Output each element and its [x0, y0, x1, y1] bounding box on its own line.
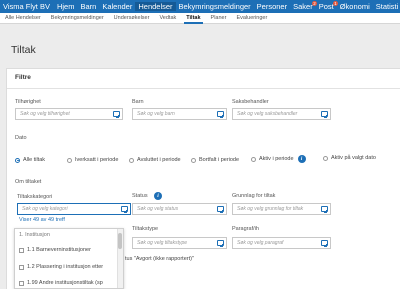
nav-post-label: Post: [318, 2, 334, 11]
nav-personer[interactable]: Personer: [254, 2, 290, 11]
search-list-icon[interactable]: [217, 240, 224, 247]
saksbehandler-label: Saksbehandler: [232, 99, 269, 105]
radio-icon: [251, 156, 256, 162]
paragraf-label: Paragraf/ih: [232, 226, 259, 232]
checkbox-icon: [19, 247, 24, 253]
om-tiltaket-label: Om tiltaket: [15, 179, 42, 185]
tiltakstype-placeholder: Søk og velg tiltakstype: [137, 240, 188, 246]
barn-input[interactable]: Søk og velg barn: [132, 108, 227, 120]
nav-okonomi[interactable]: Økonomi: [337, 2, 373, 11]
paragraf-placeholder: Søk og velg paragraf: [237, 240, 284, 246]
radio-label: Bortfalt i periode: [199, 157, 240, 163]
tab-evalueringer[interactable]: Evalueringer: [231, 13, 272, 24]
brand-name[interactable]: Visma Flyt BV: [0, 2, 54, 11]
tab-vedtak[interactable]: Vedtak: [154, 13, 181, 24]
status-note: tus "Avgort (ikke rapportert)": [125, 256, 194, 262]
result-count: Viser 49 av 49 treff: [19, 217, 65, 223]
radio-label: Alle tiltak: [23, 157, 46, 163]
tiltakstype-input[interactable]: Søk og velg tiltakstype: [132, 237, 227, 249]
radio-label: Aktiv i periode: [259, 156, 294, 162]
nav-kalender[interactable]: Kalender: [99, 2, 135, 11]
nav-barn[interactable]: Barn: [77, 2, 99, 11]
tab-undersokelser[interactable]: Undersøkelser: [109, 13, 155, 24]
scrollbar-thumb[interactable]: [118, 233, 122, 249]
search-list-icon[interactable]: [121, 206, 128, 213]
radio-iverksatt[interactable]: Iverksatt i periode: [67, 157, 118, 163]
tab-planer[interactable]: Planer: [206, 13, 232, 24]
tab-bekymringsmeldinger[interactable]: Bekymringsmeldinger: [46, 13, 109, 24]
nav-hendelser[interactable]: Hendelser: [135, 2, 176, 11]
dropdown-option[interactable]: 1.99 Andre institusjonstiltak (sp: [19, 280, 103, 286]
tilhorighet-placeholder: Søk og velg tilhørighet: [20, 111, 70, 117]
barn-label: Barn: [132, 99, 144, 105]
search-list-icon[interactable]: [113, 111, 120, 118]
radio-icon: [191, 157, 196, 163]
option-label: 1.99 Andre institusjonstiltak (sp: [27, 280, 103, 286]
nav-post[interactable]: Post 1: [316, 1, 338, 11]
status-placeholder: Søk og velg status: [137, 206, 179, 212]
tilhorighet-input[interactable]: Søk og velg tilhørighet: [15, 108, 123, 120]
nav-hjem[interactable]: Hjem: [54, 2, 78, 11]
tiltakskategori-input[interactable]: Søk og velg kategori: [17, 203, 131, 215]
grunnlag-input[interactable]: Søk og velg grunnlag for tiltak: [232, 203, 331, 215]
radio-aktiv-i-periode[interactable]: Aktiv i periode i: [251, 155, 306, 163]
saksbehandler-input[interactable]: Søk og velg saksbehandler: [232, 108, 331, 120]
tiltakskategori-placeholder: Søk og velg kategori: [22, 206, 68, 212]
dato-label: Dato: [15, 135, 27, 141]
search-list-icon[interactable]: [217, 206, 224, 213]
radio-avsluttet[interactable]: Avsluttet i periode: [129, 157, 181, 163]
tiltakskategori-dropdown: 1. Institusjon 1.1 Barneverninstitusjone…: [14, 228, 124, 289]
radio-selected-icon: [15, 157, 20, 163]
radio-icon: [67, 157, 72, 163]
status-label: Status: [132, 193, 148, 199]
tilhorighet-label: Tilhørighet: [15, 99, 41, 105]
sub-navigation: Alle Hendelser Bekymringsmeldinger Under…: [0, 13, 400, 24]
search-list-icon[interactable]: [217, 111, 224, 118]
search-list-icon[interactable]: [321, 240, 328, 247]
radio-icon: [323, 155, 328, 161]
info-icon[interactable]: i: [154, 192, 162, 200]
top-navigation: Visma Flyt BV Hjem Barn Kalender Hendels…: [0, 0, 400, 13]
option-label: 1.2 Plassering i institusjon etter: [27, 264, 104, 270]
paragraf-input[interactable]: Søk og velg paragraf: [232, 237, 331, 249]
dropdown-option[interactable]: 1.1 Barneverninstitusjoner: [19, 247, 91, 253]
divider: [7, 88, 400, 89]
barn-placeholder: Søk og velg barn: [137, 111, 175, 117]
radio-alle-tiltak[interactable]: Alle tiltak: [15, 157, 45, 163]
tiltakstype-label: Tiltakstype: [132, 226, 159, 232]
checkbox-icon: [19, 280, 24, 286]
dropdown-scrollbar[interactable]: [117, 229, 123, 288]
search-list-icon[interactable]: [321, 111, 328, 118]
checkbox-icon: [19, 264, 24, 270]
grunnlag-placeholder: Søk og velg grunnlag for tiltak: [237, 206, 304, 212]
nav-bekymringsmeldinger[interactable]: Bekymringsmeldinger: [176, 2, 254, 11]
option-label: 1.1 Barneverninstitusjoner: [27, 247, 91, 253]
radio-label: Aktiv på valgt dato: [331, 155, 376, 161]
saksbehandler-placeholder: Søk og velg saksbehandler: [237, 111, 298, 117]
nav-saker-label: Saker: [293, 2, 313, 11]
grunnlag-label: Grunnlag for tiltak: [232, 193, 276, 199]
tiltakskategori-label: Tiltakskategori: [17, 194, 53, 200]
radio-bortfalt[interactable]: Bortfalt i periode: [191, 157, 239, 163]
nav-statistikk[interactable]: Statisti: [373, 2, 400, 11]
radio-aktiv-pa-valgt-dato[interactable]: Aktiv på valgt dato: [323, 155, 376, 161]
radio-label: Avsluttet i periode: [137, 157, 181, 163]
status-input[interactable]: Søk og velg status: [132, 203, 227, 215]
page-title: Tiltak: [11, 44, 36, 56]
radio-icon: [129, 157, 134, 163]
filter-title: Filtre: [15, 74, 31, 81]
tab-alle-hendelser[interactable]: Alle Hendelser: [0, 13, 46, 24]
dropdown-group-header: 1. Institusjon: [19, 232, 50, 238]
info-icon[interactable]: i: [297, 155, 306, 163]
radio-label: Iverksatt i periode: [75, 157, 119, 163]
tab-tiltak[interactable]: Tiltak: [181, 13, 205, 24]
dropdown-option[interactable]: 1.2 Plassering i institusjon etter: [19, 264, 103, 270]
nav-saker[interactable]: Saker 2: [290, 1, 317, 11]
search-list-icon[interactable]: [321, 206, 328, 213]
